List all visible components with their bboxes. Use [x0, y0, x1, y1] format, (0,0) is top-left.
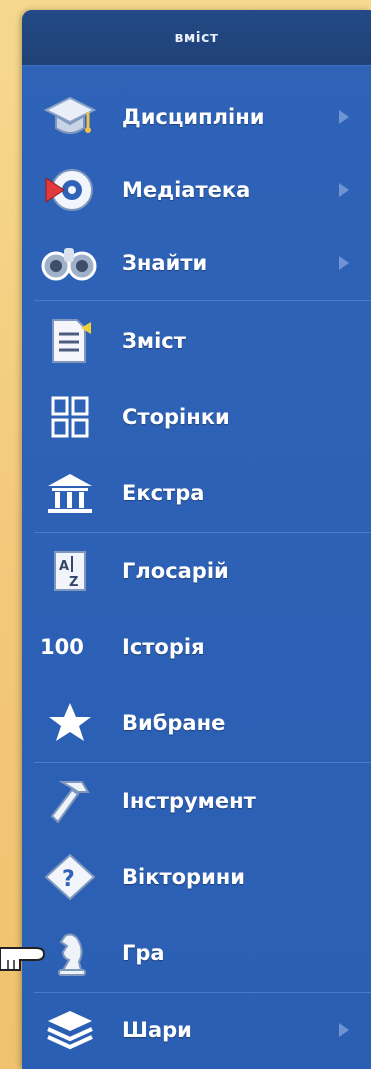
document-list-icon [40, 313, 100, 369]
svg-text:A: A [59, 559, 69, 574]
menu-item-label: Вибране [122, 711, 226, 735]
menu-item-quizzes[interactable]: ? Вікторини [22, 842, 371, 912]
star-icon [40, 695, 100, 751]
museum-building-icon [40, 465, 100, 521]
menu-item-layers[interactable]: Шари [22, 995, 371, 1065]
submenu-arrow-icon [339, 183, 349, 197]
graduation-cap-icon [40, 89, 100, 145]
menu-item-history[interactable]: 100 Історія [22, 612, 371, 682]
menu-divider [34, 992, 371, 993]
glossary-az-icon: A Z [40, 543, 100, 599]
pages-grid-icon [40, 389, 100, 445]
menu-item-label: Сторінки [122, 405, 230, 429]
menu-divider [34, 762, 371, 763]
menu-item-label: Історія [122, 635, 205, 659]
menu-item-label: Гра [122, 941, 165, 965]
history-counter-icon: 100 [40, 619, 100, 675]
submenu-arrow-icon [339, 1023, 349, 1037]
media-play-icon [40, 162, 100, 218]
menu-item-disciplines[interactable]: Дисципліни [22, 82, 371, 152]
history-icon-text: 100 [40, 635, 84, 659]
menu-title: вміст [174, 29, 219, 46]
menu-item-label: Дисципліни [122, 105, 265, 129]
hammer-icon [40, 773, 100, 829]
menu-item-label: Екстра [122, 481, 205, 505]
menu-divider [34, 532, 371, 533]
menu-item-label: Глосарій [122, 559, 229, 583]
menu-item-media-library[interactable]: Медіатека [22, 155, 371, 225]
menu-item-extra[interactable]: Екстра [22, 458, 371, 528]
menu-divider [34, 300, 371, 301]
menu-item-label: Медіатека [122, 178, 251, 202]
svg-text:Z: Z [69, 575, 78, 590]
menu-item-label: Зміст [122, 329, 186, 353]
layers-icon [40, 1002, 100, 1058]
menu-item-search[interactable]: Знайти [22, 228, 371, 298]
menu-item-label: Інструмент [122, 789, 256, 813]
menu-item-glossary[interactable]: A Z Глосарій [22, 536, 371, 606]
quiz-question-icon: ? [40, 849, 100, 905]
menu-item-pages[interactable]: Сторінки [22, 382, 371, 452]
side-menu-panel: вміст Дисципліни Медіатека Знайти Зміст … [22, 10, 371, 1069]
pointing-hand-icon [0, 936, 52, 976]
menu-item-label: Вікторини [122, 865, 246, 889]
submenu-arrow-icon [339, 256, 349, 270]
menu-item-label: Шари [122, 1018, 192, 1042]
binoculars-icon [40, 235, 100, 291]
menu-item-tools[interactable]: Інструмент [22, 766, 371, 836]
menu-item-game[interactable]: Гра [22, 918, 371, 988]
menu-header: вміст [22, 10, 371, 66]
submenu-arrow-icon [339, 110, 349, 124]
menu-item-favorites[interactable]: Вибране [22, 688, 371, 758]
menu-item-contents[interactable]: Зміст [22, 306, 371, 376]
svg-text:?: ? [62, 867, 75, 892]
menu-item-label: Знайти [122, 251, 208, 275]
